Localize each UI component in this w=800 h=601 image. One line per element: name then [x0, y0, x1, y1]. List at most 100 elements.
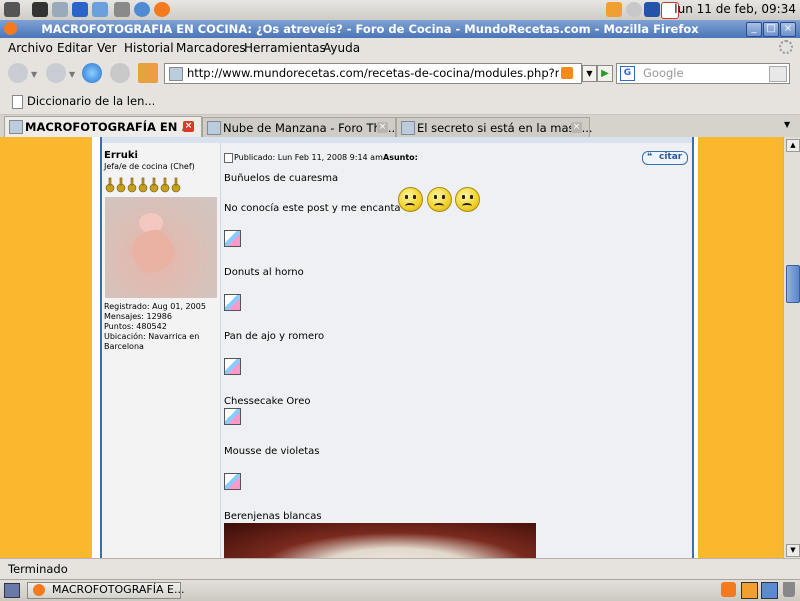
tab-bar: MACROFOTOGRAFÍA EN ... × Nube de Manzana…	[0, 115, 800, 138]
page-content: Erruki Jefa/e de cocina (Chef) Registrad…	[0, 137, 783, 558]
eggplant-photo[interactable]	[224, 523, 536, 558]
trash-icon[interactable]	[783, 582, 795, 597]
taskbar-window-label: MACROFOTOGRAFÍA E...	[52, 583, 185, 596]
bookmark-page-icon	[12, 95, 23, 109]
search-icon[interactable]	[52, 2, 68, 17]
menu-archivo[interactable]: Archivo	[8, 41, 53, 55]
quote-button[interactable]: ❝ citar	[642, 151, 688, 165]
scroll-up-button[interactable]: ▲	[786, 139, 800, 152]
chat-icon[interactable]	[134, 2, 150, 17]
tab-favicon-icon	[207, 121, 221, 135]
firefox-launcher-icon[interactable]	[154, 2, 170, 17]
rank-spoons-icon	[105, 177, 181, 193]
post-line: Donuts al horno	[224, 267, 304, 278]
sad-smiley-icon	[398, 187, 423, 212]
post-published: Publicado: Lun Feb 11, 2008 9:14 am	[234, 153, 383, 162]
scroll-thumb[interactable]	[786, 265, 800, 303]
taskbar-firefox-button[interactable]: MACROFOTOGRAFÍA E...	[27, 582, 185, 599]
web-icon[interactable]	[92, 2, 108, 17]
broken-image-icon[interactable]	[224, 230, 241, 247]
tab-close-icon[interactable]: ×	[377, 122, 388, 133]
tab-favicon-icon	[401, 121, 415, 135]
forum-post: Erruki Jefa/e de cocina (Chef) Registrad…	[100, 137, 694, 558]
network-icon[interactable]	[626, 2, 642, 17]
url-bar[interactable]: http://www.mundorecetas.com/recetas-de-c…	[164, 63, 582, 84]
menu-herramientas[interactable]: Herramientas	[244, 41, 326, 55]
menu-ayuda[interactable]: Ayuda	[323, 41, 360, 55]
tools-tray-icon[interactable]	[741, 582, 758, 599]
bottom-panel: MACROFOTOGRAFÍA E...	[0, 579, 800, 601]
url-history-dropdown[interactable]: ▼	[582, 65, 597, 82]
forward-button[interactable]	[46, 63, 66, 83]
author-name[interactable]: Erruki	[104, 150, 138, 161]
tab-el-secreto[interactable]: El secreto si está en la masa... ×	[396, 117, 593, 137]
minimize-button[interactable]: _	[746, 22, 762, 37]
post-line: Buñuelos de cuaresma	[224, 173, 339, 184]
window-titlebar[interactable]: MACROFOTOGRAFIA EN COCINA: ¿Os atreveís?…	[0, 20, 800, 38]
text-editor-icon[interactable]	[72, 2, 88, 17]
vertical-scrollbar[interactable]: ▲ ▼	[783, 137, 800, 558]
stop-button[interactable]	[110, 63, 130, 83]
go-button[interactable]: ▶	[597, 65, 613, 82]
menu-bar: Archivo Editar Ver Historial Marcadores …	[0, 38, 800, 58]
search-placeholder[interactable]: Google	[643, 66, 684, 80]
applications-menu-icon[interactable]	[4, 2, 20, 17]
sad-smiley-icon	[455, 187, 480, 212]
home-button[interactable]	[138, 63, 158, 83]
site-favicon-icon	[169, 67, 183, 81]
post-line: Chessecake Oreo	[224, 396, 311, 407]
clock[interactable]: lun 11 de feb, 09:34	[674, 2, 796, 16]
menu-ver[interactable]: Ver	[97, 41, 117, 55]
tab-nube-de-manzana[interactable]: Nube de Manzana - Foro The... ×	[202, 117, 399, 137]
forward-dropdown-icon[interactable]: ▼	[69, 70, 75, 79]
author-points: Puntos: 480542	[104, 322, 167, 331]
broken-image-icon[interactable]	[224, 358, 241, 375]
menu-historial[interactable]: Historial	[124, 41, 174, 55]
mail-icon[interactable]	[114, 2, 130, 17]
menu-marcadores[interactable]: Marcadores	[176, 41, 246, 55]
author-registered: Registrado: Aug 01, 2005	[104, 302, 206, 311]
close-button[interactable]: ×	[780, 22, 796, 37]
top-panel: lun 11 de feb, 09:34	[0, 0, 800, 21]
author-avatar	[105, 197, 217, 298]
status-text: Terminado	[8, 562, 68, 576]
bookmark-diccionario[interactable]: Diccionario de la len...	[27, 94, 155, 108]
quote-label: citar	[659, 152, 683, 162]
firefox-tray-icon[interactable]	[721, 582, 736, 597]
reload-button[interactable]	[82, 63, 102, 83]
display-icon[interactable]	[644, 2, 660, 17]
post-line: Mousse de violetas	[224, 446, 320, 457]
window-title: MACROFOTOGRAFIA EN COCINA: ¿Os atreveís?…	[41, 22, 699, 36]
back-button[interactable]	[8, 63, 28, 83]
google-engine-icon[interactable]: G	[620, 66, 635, 81]
broken-image-icon[interactable]	[224, 294, 241, 311]
tab-close-icon[interactable]: ×	[571, 122, 582, 133]
post-line: Berenjenas blancas	[224, 511, 322, 522]
firefox-icon	[33, 584, 45, 596]
scroll-down-button[interactable]: ▼	[786, 544, 800, 557]
show-desktop-icon[interactable]	[4, 583, 20, 598]
back-dropdown-icon[interactable]: ▼	[31, 70, 37, 79]
avatar-baby-body	[126, 224, 180, 278]
tools-icon[interactable]	[606, 2, 622, 17]
search-bar[interactable]: G Google	[616, 63, 790, 84]
url-text[interactable]: http://www.mundorecetas.com/recetas-de-c…	[187, 66, 559, 80]
sad-smiley-icon	[427, 187, 452, 212]
tab-favicon-icon	[9, 120, 23, 134]
search-tray-icon[interactable]	[761, 582, 778, 599]
tab-list-dropdown[interactable]: ▼	[784, 120, 790, 129]
menu-editar[interactable]: Editar	[57, 41, 93, 55]
post-icon	[224, 153, 233, 163]
rank-stars	[105, 176, 183, 194]
throbber-icon	[779, 40, 793, 54]
rss-feed-icon[interactable]	[561, 67, 573, 79]
forum-page: Erruki Jefa/e de cocina (Chef) Registrad…	[92, 137, 698, 558]
broken-image-icon[interactable]	[224, 473, 241, 490]
maximize-button[interactable]: □	[763, 22, 779, 37]
tab-close-icon[interactable]: ×	[183, 121, 194, 132]
status-bar: Terminado	[0, 558, 800, 579]
search-go-icon[interactable]	[769, 66, 787, 82]
terminal-icon[interactable]	[32, 2, 48, 17]
broken-image-icon[interactable]	[224, 408, 241, 425]
tab-macrofotografia[interactable]: MACROFOTOGRAFÍA EN ... ×	[4, 116, 202, 138]
